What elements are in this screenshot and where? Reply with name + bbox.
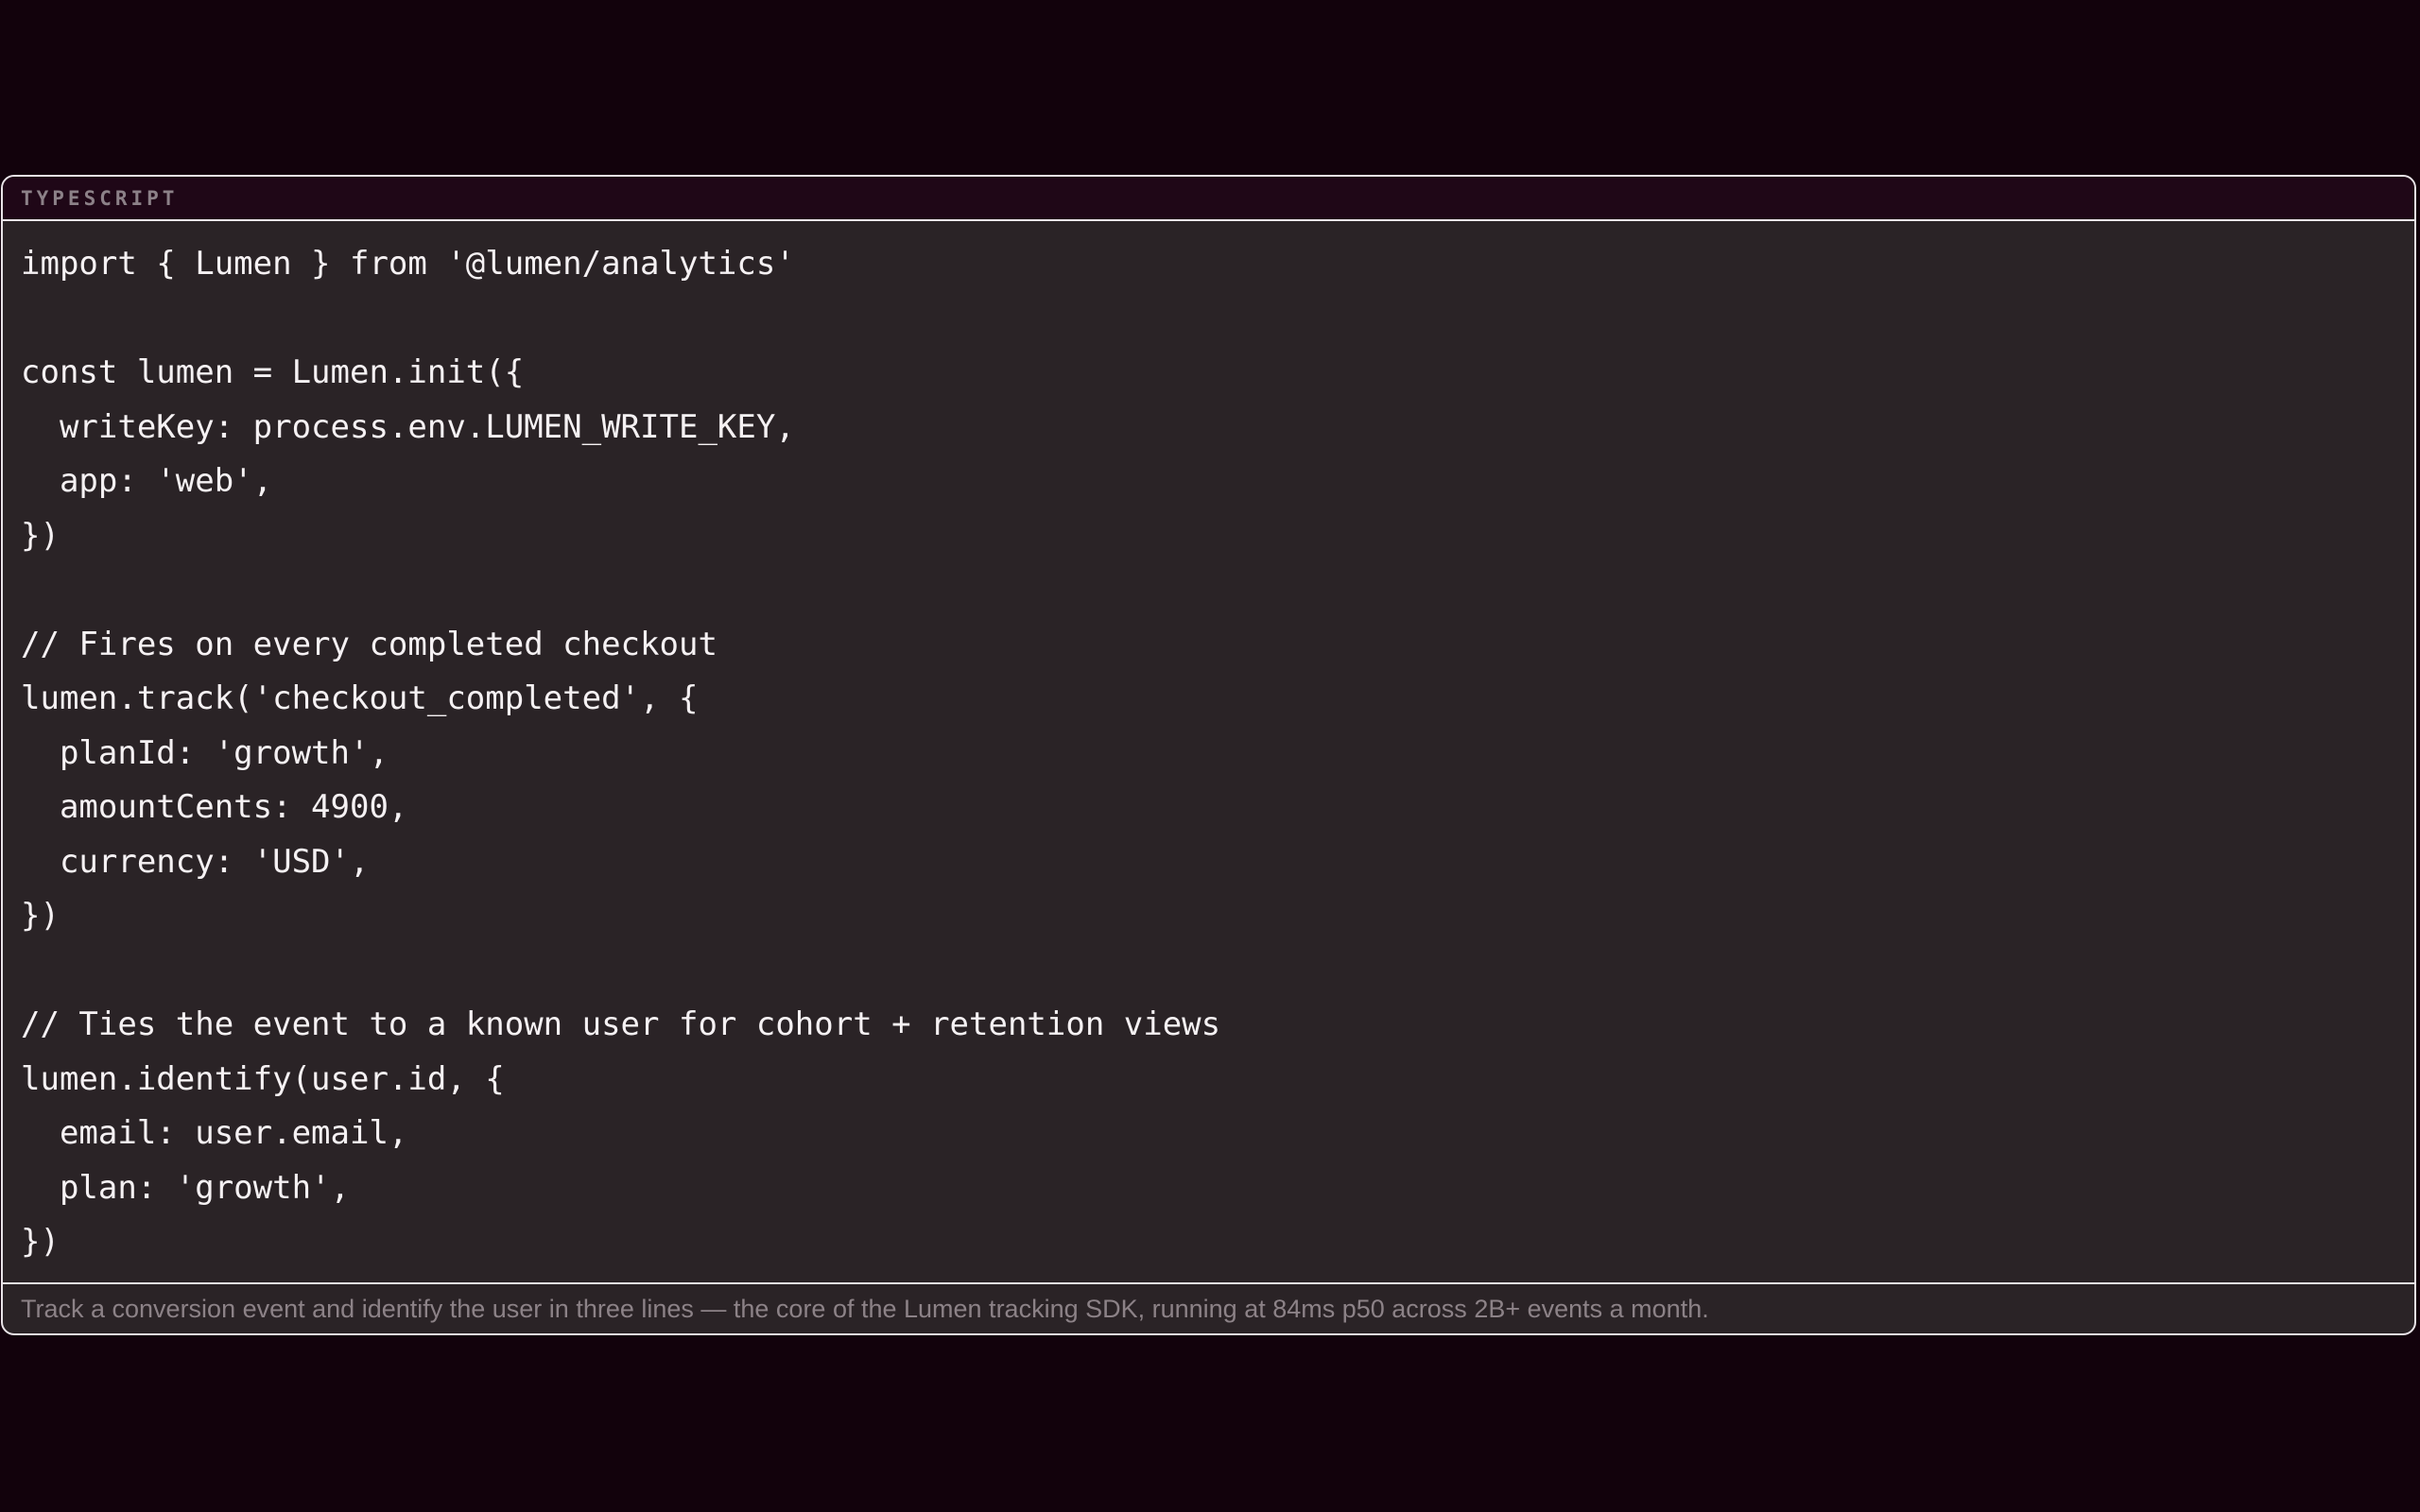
code-line: amountCents: 4900, (21, 788, 408, 826)
code-line: planId: 'growth', (21, 733, 389, 772)
page: TYPESCRIPT import { Lumen } from '@lumen… (0, 0, 2420, 1512)
code-line: const lumen = Lumen.init({ (21, 353, 525, 391)
code-line: }) (21, 516, 60, 555)
code-line: lumen.track('checkout_completed', { (21, 679, 699, 717)
code-line: email: user.email, (21, 1114, 408, 1152)
code-caption: Track a conversion event and identify th… (21, 1294, 1709, 1323)
code-line: writeKey: process.env.LUMEN_WRITE_KEY, (21, 407, 795, 446)
code-line: app: 'web', (21, 462, 273, 500)
code-line: }) (21, 1223, 60, 1261)
code-line: plan: 'growth', (21, 1168, 350, 1207)
code-body[interactable]: import { Lumen } from '@lumen/analytics'… (3, 221, 2414, 1284)
code-block-panel: TYPESCRIPT import { Lumen } from '@lumen… (1, 175, 2416, 1335)
code-line: import { Lumen } from '@lumen/analytics' (21, 245, 795, 283)
code-line: // Ties the event to a known user for co… (21, 1005, 1221, 1043)
code-block-footer: Track a conversion event and identify th… (3, 1282, 2414, 1333)
code-block-header: TYPESCRIPT (3, 177, 2414, 221)
language-label: TYPESCRIPT (21, 186, 179, 210)
code-line: }) (21, 897, 60, 935)
code-line: // Fires on every completed checkout (21, 625, 717, 663)
code-line: lumen.identify(user.id, { (21, 1059, 505, 1098)
code-line: currency: 'USD', (21, 842, 370, 881)
